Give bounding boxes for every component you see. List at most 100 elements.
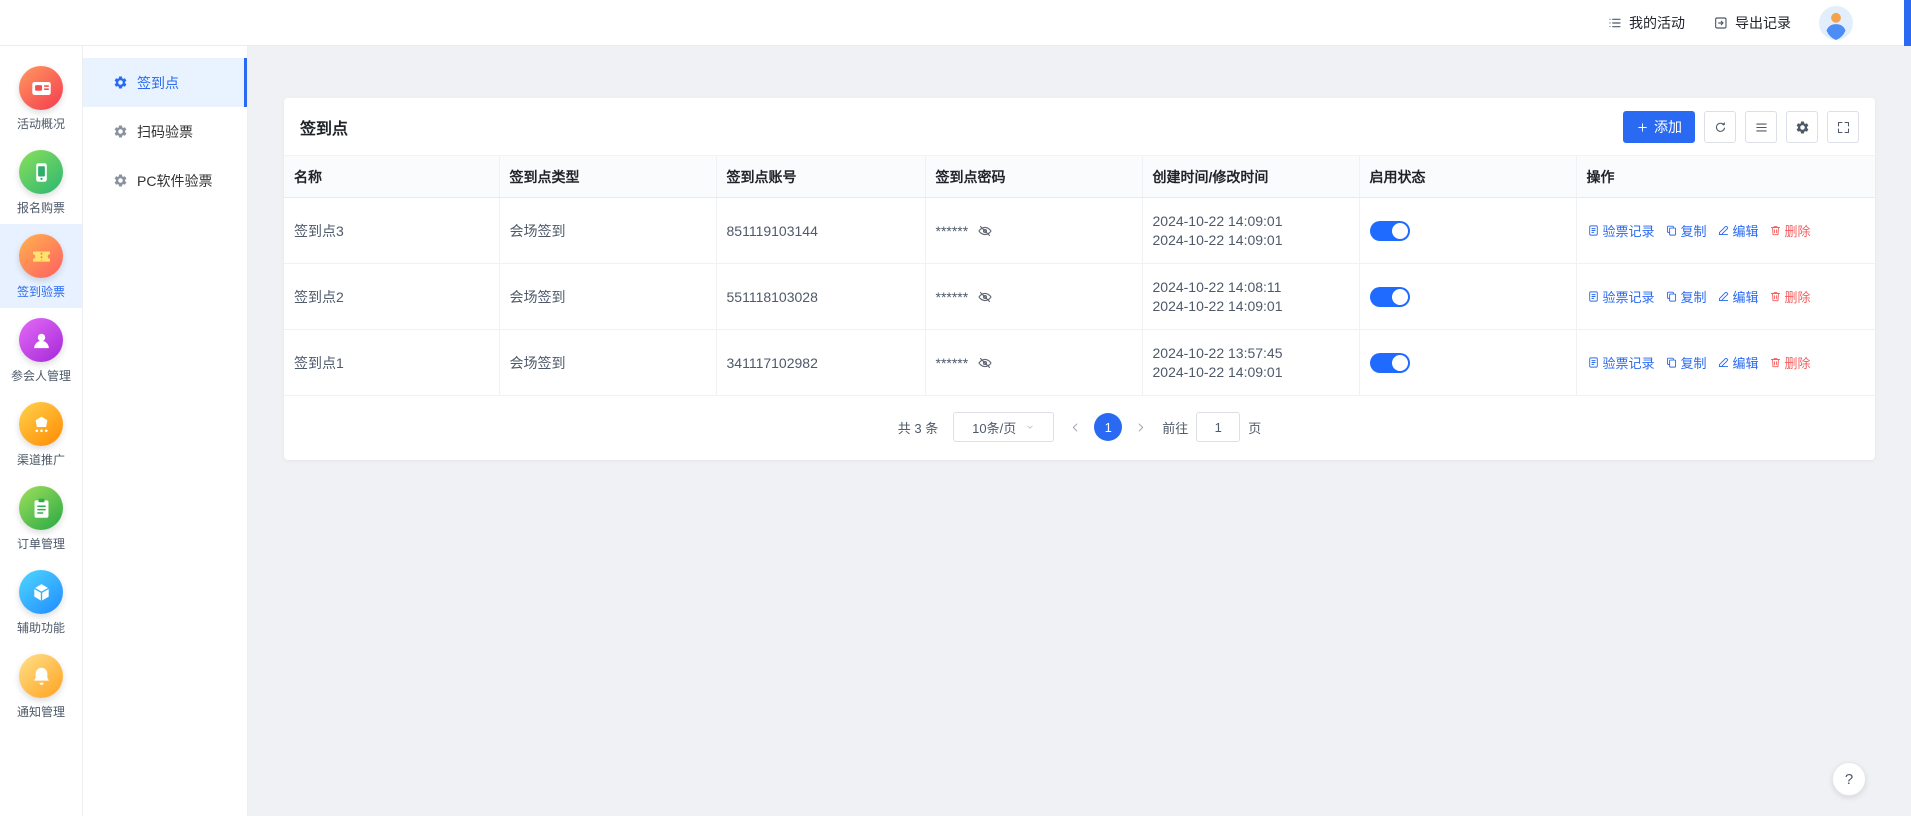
action-edit[interactable]: 编辑 [1717,353,1759,372]
action-records[interactable]: 验票记录 [1587,353,1655,372]
density-button[interactable] [1745,111,1777,143]
cell-account: 851119103144 [716,198,925,264]
column-header: 签到点账号 [716,156,925,198]
delete-icon [1769,224,1782,237]
refresh-icon [1713,120,1728,135]
table-row: 签到点1 会场签到 341117102982 ****** 2024-10-22… [284,330,1875,396]
copy-icon [1665,224,1678,237]
submenu-item-pc-verify[interactable]: PC软件验票 [83,156,247,205]
record-icon [1587,224,1600,237]
my-activities-label: 我的活动 [1629,13,1685,33]
goto-input[interactable] [1196,412,1240,442]
crown-icon [19,402,63,446]
action-delete[interactable]: 删除 [1769,353,1811,372]
checkin-point-table: 名称签到点类型签到点账号签到点密码创建时间/修改时间启用状态操作 签到点3 会场… [284,155,1875,396]
list-icon [1607,15,1623,31]
gear-icon [113,75,128,90]
enable-toggle[interactable] [1370,353,1410,373]
action-edit[interactable]: 编辑 [1717,287,1759,306]
goto-page-unit: 页 [1248,418,1261,437]
topbar: 我的活动 导出记录 [0,0,1911,46]
sidebar-item-label: 参会人管理 [11,367,71,384]
show-password-button[interactable] [977,289,993,305]
card-header: 签到点 添加 [284,98,1875,155]
column-header: 启用状态 [1359,156,1576,198]
scrollbar-thumb[interactable] [1904,0,1911,46]
action-delete[interactable]: 删除 [1769,287,1811,306]
chevron-left-icon [1069,421,1082,434]
page-1-button[interactable]: 1 [1094,413,1122,441]
avatar[interactable] [1819,6,1853,40]
person-icon [19,318,63,362]
cell-time: 2024-10-22 14:09:01 2024-10-22 14:09:01 [1142,198,1359,264]
main-content: 签到点 添加 名称签到点类型签到点账号签到点密码创建时间/修改时间启用状态操作 … [248,46,1911,816]
action-delete[interactable]: 删除 [1769,221,1811,240]
action-edit[interactable]: 编辑 [1717,221,1759,240]
action-records[interactable]: 验票记录 [1587,221,1655,240]
chevron-right-icon [1134,421,1147,434]
cell-name: 签到点3 [284,198,499,264]
sidebar-item-promotion[interactable]: 渠道推广 [0,392,82,476]
sidebar-item-orders[interactable]: 订单管理 [0,476,82,560]
submenu-item-checkin-point[interactable]: 签到点 [83,58,247,107]
sidebar-item-overview[interactable]: 活动概况 [0,56,82,140]
delete-icon [1769,290,1782,303]
user-avatar-icon [1819,6,1853,40]
sidebar-item-tickets[interactable]: 报名购票 [0,140,82,224]
cell-name: 签到点1 [284,330,499,396]
enable-toggle[interactable] [1370,287,1410,307]
page-size-select[interactable]: 10条/页 [953,412,1054,442]
prev-page-button[interactable] [1069,421,1082,434]
submenu-item-scan-verify[interactable]: 扫码验票 [83,107,247,156]
sidebar-item-notifications[interactable]: 通知管理 [0,644,82,728]
cell-time: 2024-10-22 14:08:11 2024-10-22 14:09:01 [1142,264,1359,330]
app-layout: 活动概况 报名购票 签到验票 参会人管理 渠道推广 订单管理 辅助功能 通知管理… [0,0,1911,816]
fullscreen-button[interactable] [1827,111,1859,143]
clipboard-icon [19,486,63,530]
pagination: 共 3 条 10条/页 1 前往 页 [284,396,1875,450]
cell-type: 会场签到 [499,198,716,264]
sidebar-item-attendees[interactable]: 参会人管理 [0,308,82,392]
table-row: 签到点3 会场签到 851119103144 ****** 2024-10-22… [284,198,1875,264]
record-icon [1587,356,1600,369]
action-copy[interactable]: 复制 [1665,287,1707,306]
eye-off-icon [977,223,993,239]
help-button[interactable]: ? [1832,762,1866,796]
action-copy[interactable]: 复制 [1665,221,1707,240]
cell-time: 2024-10-22 13:57:45 2024-10-22 14:09:01 [1142,330,1359,396]
bell-icon [19,654,63,698]
action-copy[interactable]: 复制 [1665,353,1707,372]
submenu-item-label: 扫码验票 [137,122,193,142]
goto-page: 前往 页 [1162,412,1261,442]
refresh-button[interactable] [1704,111,1736,143]
sidebar-item-checkin[interactable]: 签到验票 [0,224,82,308]
show-password-button[interactable] [977,355,993,371]
sidebar-item-tools[interactable]: 辅助功能 [0,560,82,644]
cell-account: 551118103028 [716,264,925,330]
table-row: 签到点2 会场签到 551118103028 ****** 2024-10-22… [284,264,1875,330]
export-icon [1713,15,1729,31]
eye-off-icon [977,289,993,305]
action-records[interactable]: 验票记录 [1587,287,1655,306]
sidebar-item-label: 订单管理 [17,535,65,552]
add-button-label: 添加 [1654,117,1682,137]
row-actions: 验票记录 复制 编辑 删除 [1587,287,1876,306]
copy-icon [1665,356,1678,369]
sidebar-item-label: 通知管理 [17,703,65,720]
phone-icon [19,150,63,194]
secondary-sidebar: 签到点 扫码验票 PC软件验票 [83,46,248,816]
my-activities-button[interactable]: 我的活动 [1607,13,1685,33]
next-page-button[interactable] [1134,421,1147,434]
cell-type: 会场签到 [499,330,716,396]
show-password-button[interactable] [977,223,993,239]
cell-name: 签到点2 [284,264,499,330]
enable-toggle[interactable] [1370,221,1410,241]
table-body: 签到点3 会场签到 851119103144 ****** 2024-10-22… [284,198,1875,396]
add-button[interactable]: 添加 [1623,111,1695,143]
password-masked: ****** [936,223,969,239]
column-header: 名称 [284,156,499,198]
export-records-button[interactable]: 导出记录 [1713,13,1791,33]
settings-button[interactable] [1786,111,1818,143]
cell-account: 341117102982 [716,330,925,396]
column-header: 创建时间/修改时间 [1142,156,1359,198]
